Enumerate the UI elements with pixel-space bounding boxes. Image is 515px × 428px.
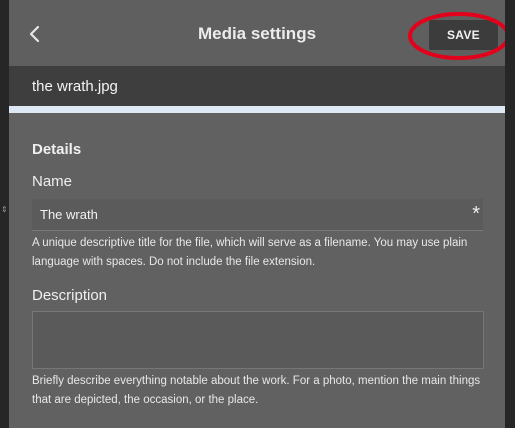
filename-bar: the wrath.jpg	[9, 66, 505, 106]
name-field[interactable]: The wrath *	[32, 199, 483, 231]
background-left-strip: ⇕	[0, 0, 9, 428]
upload-progress-fill	[9, 106, 505, 113]
dialog-header: Media settings SAVE	[9, 0, 505, 66]
upload-progress-bar	[9, 106, 505, 113]
description-label: Description	[32, 287, 108, 304]
name-help-text: A unique descriptive title for the file,…	[32, 237, 468, 268]
description-field[interactable]	[32, 311, 484, 369]
name-label: Name	[32, 173, 73, 190]
description-help-text: Briefly describe everything notable abou…	[32, 375, 481, 406]
file-name: the wrath.jpg	[32, 78, 118, 95]
name-value[interactable]: The wrath	[40, 206, 98, 224]
save-button[interactable]: SAVE	[429, 20, 498, 50]
details-heading: Details	[32, 141, 82, 158]
resize-arrows-icon: ⇕	[1, 205, 8, 214]
chevron-left-icon[interactable]	[23, 22, 47, 46]
required-asterisk-icon: *	[472, 203, 480, 225]
media-settings-dialog: Media settings SAVE the wrath.jpg Detail…	[9, 0, 505, 428]
background-right-strip	[505, 0, 515, 428]
details-form: Details Name The wrath * A unique descri…	[9, 113, 505, 428]
